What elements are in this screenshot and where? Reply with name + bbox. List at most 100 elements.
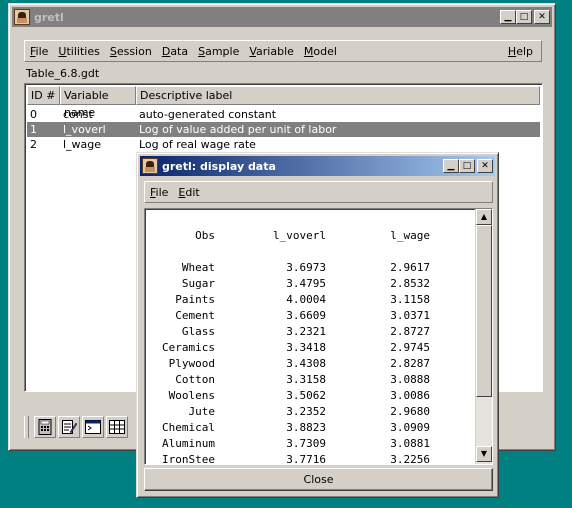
l-wage-value: 2.9745 <box>390 341 430 354</box>
l-wage-value: 3.0371 <box>390 309 430 322</box>
variable-label: Log of value added per unit of labor <box>139 123 337 136</box>
data-table: Obs l_voverl l_wage Wheat 3.6973 2.9617 Sug… <box>145 209 475 465</box>
data-window: gretl: display data ▁ □ ✕ File Edit Obs l… <box>136 152 499 498</box>
variable-row[interactable]: 2 l_wage Log of real wage rate <box>27 137 540 152</box>
minimize-button[interactable]: ▁ <box>500 10 516 24</box>
l-wage-value: 2.8287 <box>390 357 430 370</box>
l-wage-value: 3.1158 <box>390 293 430 306</box>
notepad-icon[interactable] <box>58 416 80 438</box>
l-voverl-value: 3.2321 <box>286 325 326 338</box>
terminal-icon[interactable] <box>82 416 104 438</box>
l-voverl-value: 3.5062 <box>286 389 326 402</box>
maximize-button[interactable]: □ <box>516 10 532 24</box>
data-row: Jute 3.2352 2.9680 <box>145 404 475 420</box>
menu-data[interactable]: Data <box>157 45 193 58</box>
minimize-button[interactable]: ▁ <box>443 159 459 173</box>
data-row: Cotton 3.3158 3.0888 <box>145 372 475 388</box>
vertical-scrollbar[interactable]: ▲ ▼ <box>475 209 492 464</box>
main-titlebar[interactable]: gretl ▁ □ ✕ <box>12 7 552 27</box>
close-button[interactable]: Close <box>144 468 493 491</box>
l-voverl-value: 3.4308 <box>286 357 326 370</box>
l-wage-value: 2.9680 <box>390 405 430 418</box>
data-row: Glass 3.2321 2.8727 <box>145 324 475 340</box>
variable-id: 2 <box>30 138 37 151</box>
data-row: Cement 3.6609 3.0371 <box>145 308 475 324</box>
menu-session[interactable]: Session <box>105 45 157 58</box>
l-wage-value: 2.8727 <box>390 325 430 338</box>
data-row: Wheat 3.6973 2.9617 <box>145 260 475 276</box>
variable-label: Log of real wage rate <box>139 138 256 151</box>
column-header-varname[interactable]: Variable name <box>60 86 136 119</box>
obs-label: Paints <box>175 293 215 306</box>
scroll-down-button[interactable]: ▼ <box>476 446 492 462</box>
variable-name: l_voverl <box>63 123 106 136</box>
variable-label: auto-generated constant <box>139 108 277 121</box>
obs-label: Jute <box>188 405 216 418</box>
obs-label: Cotton <box>175 373 215 386</box>
obs-label: Chemical <box>162 421 215 434</box>
variable-name: l_wage <box>63 138 102 151</box>
data-row: Chemical 3.8823 3.0909 <box>145 420 475 436</box>
obs-label: Sugar <box>181 277 215 290</box>
obs-label: Glass <box>181 325 215 338</box>
obs-label: IronStee <box>162 453 215 465</box>
l-voverl-value: 3.7309 <box>286 437 326 450</box>
maximize-button[interactable]: □ <box>459 159 475 173</box>
l-voverl-value: 3.4795 <box>286 277 326 290</box>
data-text-view: Obs l_voverl l_wage Wheat 3.6973 2.9617 Sug… <box>144 208 493 465</box>
toolbar <box>24 414 144 440</box>
l-voverl-value: 3.2352 <box>286 405 326 418</box>
obs-label: Cement <box>175 309 215 322</box>
scroll-thumb[interactable] <box>476 225 492 397</box>
gretl-app-icon <box>14 9 30 25</box>
menu-help[interactable]: Help <box>503 45 538 58</box>
menu-file[interactable]: File <box>25 45 53 58</box>
obs-label: Wheat <box>181 261 215 274</box>
obs-label: Woolens <box>168 389 215 402</box>
l-voverl-value: 3.6609 <box>286 309 326 322</box>
menu-variable[interactable]: Variable <box>244 45 299 58</box>
scroll-up-button[interactable]: ▲ <box>476 209 492 225</box>
menu-file[interactable]: File <box>145 186 173 199</box>
gretl-app-icon <box>142 158 158 174</box>
col2-header: l_wage <box>390 229 430 242</box>
l-voverl-value: 4.0004 <box>286 293 326 306</box>
l-voverl-value: 3.7716 <box>286 453 326 465</box>
obs-label: Plywood <box>168 357 215 370</box>
menu-model[interactable]: Model <box>299 45 342 58</box>
data-row: Aluminum 3.7309 3.0881 <box>145 436 475 452</box>
l-voverl-value: 3.8823 <box>286 421 326 434</box>
l-wage-value: 3.0909 <box>390 421 430 434</box>
l-wage-value: 3.0086 <box>390 389 430 402</box>
grid-icon[interactable] <box>106 416 128 438</box>
menu-utilities[interactable]: Utilities <box>53 45 104 58</box>
close-window-button[interactable]: ✕ <box>534 10 550 24</box>
data-row: IronStee 3.7716 3.2256 <box>145 452 475 465</box>
data-row: Plywood 3.4308 2.8287 <box>145 356 475 372</box>
variable-id: 0 <box>30 108 37 121</box>
menu-sample[interactable]: Sample <box>193 45 244 58</box>
column-header-id[interactable]: ID # <box>27 86 60 105</box>
menu-edit[interactable]: Edit <box>173 186 204 199</box>
data-row: Woolens 3.5062 3.0086 <box>145 388 475 404</box>
data-row: Ceramics 3.3418 2.9745 <box>145 340 475 356</box>
l-wage-value: 3.2256 <box>390 453 430 465</box>
data-titlebar[interactable]: gretl: display data ▁ □ ✕ <box>140 156 495 176</box>
toolbar-grip <box>24 416 29 438</box>
column-header-label[interactable]: Descriptive label <box>136 86 540 105</box>
col1-header: l_voverl <box>273 229 326 242</box>
variable-name: const <box>63 108 93 121</box>
main-window-title: gretl <box>34 10 64 24</box>
obs-label: Aluminum <box>162 437 215 450</box>
l-wage-value: 2.9617 <box>390 261 430 274</box>
l-voverl-value: 3.3418 <box>286 341 326 354</box>
data-menubar: File Edit <box>144 181 493 203</box>
close-window-button[interactable]: ✕ <box>477 159 493 173</box>
l-wage-value: 3.0888 <box>390 373 430 386</box>
variable-row[interactable]: 1 l_voverl Log of value added per unit of … <box>27 122 540 137</box>
main-menubar: File Utilities Session Data Sample Variable Mo… <box>24 40 542 62</box>
calculator-icon[interactable] <box>34 416 56 438</box>
variable-row[interactable]: 0 const auto-generated constant <box>27 107 540 122</box>
l-wage-value: 3.0881 <box>390 437 430 450</box>
data-window-title: gretl: display data <box>162 159 276 173</box>
